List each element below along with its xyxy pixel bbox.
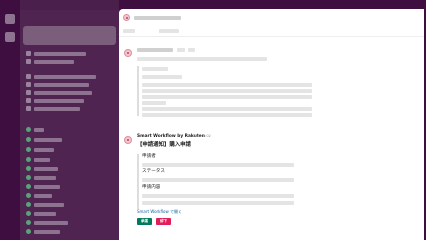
app-badge: APP (193, 134, 200, 138)
bot-avatar (124, 49, 132, 57)
workspace-rail (0, 0, 20, 240)
field-requester-label: 申請者 (142, 154, 156, 159)
sidebar-item[interactable] (26, 147, 54, 152)
attachment-line (142, 89, 312, 93)
header-divider (119, 36, 424, 37)
sidebar-item[interactable] (26, 175, 56, 180)
sidebar-item[interactable] (26, 98, 84, 103)
sidebar (20, 0, 119, 240)
sidebar-header (20, 0, 119, 10)
timestamp (188, 48, 195, 52)
workspace-icon[interactable] (5, 32, 15, 42)
open-in-workflow-link[interactable]: Smart Workflow で開く (137, 210, 182, 214)
sidebar-item[interactable] (26, 157, 50, 162)
sidebar-item[interactable] (26, 127, 44, 132)
avatar (26, 229, 31, 234)
sidebar-item[interactable] (26, 184, 60, 189)
avatar (26, 166, 31, 171)
attachment-line (142, 101, 166, 105)
channel-avatar (123, 14, 130, 21)
app-badge (177, 48, 185, 52)
field-status-label: ステータス (142, 169, 165, 174)
sender-name (137, 48, 173, 52)
channel-tab[interactable] (159, 29, 179, 33)
channel-tab[interactable] (123, 29, 135, 33)
channel-icon (26, 82, 31, 87)
attachment-bar (137, 154, 139, 209)
avatar (26, 184, 31, 189)
attachment-line (142, 113, 312, 117)
field-content-value (142, 201, 294, 205)
sidebar-item[interactable] (26, 166, 58, 171)
sidebar-search[interactable] (23, 26, 116, 45)
channel-title (134, 16, 181, 20)
sidebar-item[interactable] (26, 193, 52, 198)
field-content-label: 申請内容 (142, 185, 161, 190)
message-pane: Smart Workflow by Rakuten APP 5:02 【申請通知… (119, 9, 424, 240)
attachment-line (142, 75, 182, 79)
sidebar-item[interactable] (26, 137, 62, 142)
avatar (26, 220, 31, 225)
sidebar-item[interactable] (26, 211, 56, 216)
reject-button[interactable]: 却下 (156, 218, 171, 225)
field-status-value (142, 178, 294, 182)
field-content-value (142, 194, 294, 198)
avatar (26, 147, 31, 152)
attachment-line (142, 83, 312, 87)
avatar (26, 137, 31, 142)
sidebar-item[interactable] (26, 106, 80, 111)
avatar (26, 175, 31, 180)
avatar (26, 127, 31, 132)
sidebar-item[interactable] (26, 202, 64, 207)
avatar (26, 211, 31, 216)
sidebar-item[interactable] (26, 82, 89, 87)
avatar (26, 202, 31, 207)
channel-icon (26, 74, 31, 79)
channel-icon (26, 59, 31, 64)
timestamp[interactable]: 5:02 (203, 134, 211, 139)
avatar (26, 157, 31, 162)
sidebar-item[interactable] (26, 51, 86, 56)
channel-icon (26, 90, 31, 95)
message-title: 【申請通知】購入申請 (137, 142, 191, 148)
approve-button[interactable]: 承認 (137, 218, 152, 225)
sidebar-item[interactable] (26, 90, 92, 95)
channel-icon (26, 51, 31, 56)
message-line (137, 57, 267, 61)
attachment-line (142, 67, 168, 71)
channel-icon (26, 98, 31, 103)
attachment-bar (137, 66, 139, 116)
workspace-icon[interactable] (5, 14, 15, 24)
bot-avatar (124, 136, 132, 144)
attachment-line (142, 95, 312, 99)
sidebar-item[interactable] (26, 229, 60, 234)
sidebar-item[interactable] (26, 74, 96, 79)
sidebar-item[interactable] (26, 220, 68, 225)
field-requester-value (142, 163, 294, 167)
channel-icon (26, 106, 31, 111)
sidebar-item[interactable] (26, 59, 74, 64)
attachment-line (142, 107, 312, 111)
avatar (26, 193, 31, 198)
